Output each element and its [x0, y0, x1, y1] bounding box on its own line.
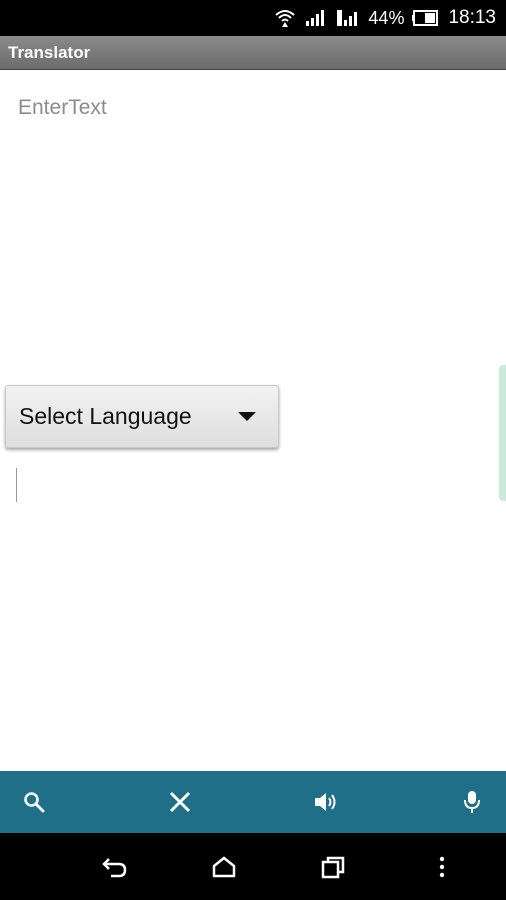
language-select-label: Select Language — [19, 403, 192, 429]
enter-text-input[interactable] — [8, 78, 488, 138]
dropdown-arrow-icon — [238, 412, 256, 421]
speaker-icon — [315, 793, 336, 811]
home-button[interactable] — [204, 847, 244, 887]
voice-input-button[interactable] — [458, 788, 486, 816]
language-select[interactable]: Select Language — [5, 385, 279, 448]
clear-button[interactable] — [166, 788, 194, 816]
back-icon — [101, 857, 126, 877]
recents-icon — [321, 856, 344, 878]
back-button[interactable] — [95, 847, 135, 887]
clock: 18:13 — [448, 7, 496, 28]
app-title: Translator — [8, 42, 91, 62]
edge-scroll-handle[interactable] — [499, 365, 506, 501]
signal-2-icon — [336, 8, 360, 28]
microphone-icon — [464, 791, 480, 813]
recents-button[interactable] — [313, 847, 353, 887]
action-toolbar — [0, 771, 506, 833]
home-icon — [212, 855, 235, 877]
status-bar: 44% 18:13 — [0, 0, 506, 36]
search-icon — [24, 792, 45, 813]
search-button[interactable] — [20, 788, 48, 816]
overflow-menu-button[interactable] — [422, 847, 462, 887]
speak-button[interactable] — [312, 788, 340, 816]
system-navigation-bar — [0, 833, 506, 900]
overflow-icon — [439, 856, 444, 877]
close-icon — [169, 791, 191, 813]
battery-icon — [412, 10, 440, 26]
signal-icon — [304, 9, 328, 27]
output-text-field[interactable] — [16, 468, 17, 502]
battery-percent: 44% — [368, 7, 405, 28]
app-title-bar: Translator — [0, 36, 506, 70]
wifi-icon — [274, 8, 296, 28]
